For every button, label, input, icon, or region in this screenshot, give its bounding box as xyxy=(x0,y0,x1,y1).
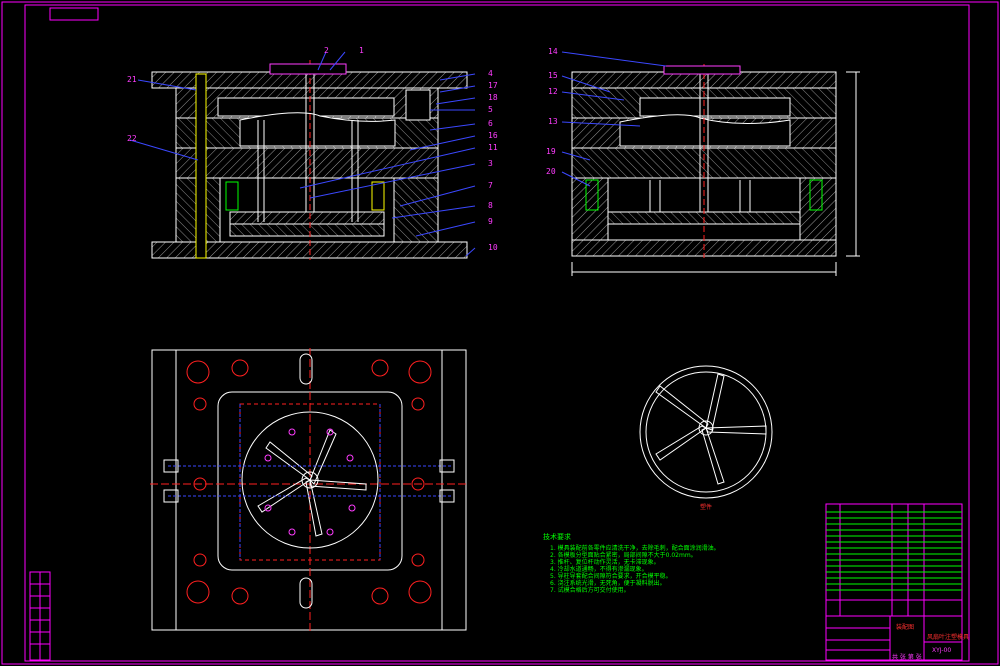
callout-1: 1 xyxy=(359,46,364,55)
title-block-unit: 装配图 xyxy=(896,624,915,631)
part-view-label: 塑件 xyxy=(700,504,713,511)
tech-notes-title: 技术要求 xyxy=(543,533,571,541)
tech-note-1: 1. 模具装配前各零件应清洗干净，去除毛刺，配合面涂润滑油。 xyxy=(550,545,720,552)
part-view xyxy=(639,365,773,499)
tech-note-2: 2. 各模板分型面贴合紧密，局部间隙不大于0.02mm。 xyxy=(550,552,697,559)
drawing-frame xyxy=(1,1,999,665)
callout-16: 16 xyxy=(488,131,498,140)
tech-note-4: 4. 冷却水道通畅，不得有渗漏现象。 xyxy=(550,566,648,573)
callout-11: 11 xyxy=(488,143,498,152)
sheet-footer: 共 张 第 张 xyxy=(892,654,922,661)
assembly-drawing-canvas xyxy=(1,1,999,665)
tech-note-3: 3. 推杆、复位杆动作灵活，无卡滞现象。 xyxy=(550,559,660,566)
callout-2: 2 xyxy=(324,46,329,55)
parts-list-rows xyxy=(826,511,962,591)
callout-8: 8 xyxy=(488,201,493,210)
plan-view xyxy=(150,348,468,632)
callout-6: 6 xyxy=(488,119,493,128)
callout-20: 20 xyxy=(546,167,556,176)
callout-5: 5 xyxy=(488,105,493,114)
callout-17: 17 xyxy=(488,81,498,90)
left-strip-table xyxy=(29,571,51,661)
callout-12: 12 xyxy=(548,87,558,96)
side-section-view xyxy=(571,64,860,276)
tech-note-5: 5. 导柱导套配合间隙符合要求，开合模平稳。 xyxy=(550,573,672,580)
callout-22: 22 xyxy=(127,134,137,143)
tech-notes-list: 1. 模具装配前各零件应清洗干净，去除毛刺，配合面涂润滑油。 2. 各模板分型面… xyxy=(550,545,770,594)
callout-21: 21 xyxy=(127,75,137,84)
tech-note-7: 7. 试模合格后方可交付使用。 xyxy=(550,587,630,594)
callout-14: 14 xyxy=(548,47,558,56)
callout-9: 9 xyxy=(488,217,493,226)
drawing-title: 风扇叶注塑模具 xyxy=(927,634,970,641)
drawing-number: XYJ-00 xyxy=(932,647,952,654)
callout-10: 10 xyxy=(488,243,498,252)
callout-19: 19 xyxy=(546,147,556,156)
callout-13: 13 xyxy=(548,117,558,126)
callout-18: 18 xyxy=(488,93,498,102)
callout-3: 3 xyxy=(488,159,493,168)
main-section-view xyxy=(151,60,468,260)
tech-note-6: 6. 浇注系统光滑，无死角，便于凝料脱出。 xyxy=(550,580,666,587)
callout-15: 15 xyxy=(548,71,558,80)
callout-4: 4 xyxy=(488,69,493,78)
callout-7: 7 xyxy=(488,181,493,190)
